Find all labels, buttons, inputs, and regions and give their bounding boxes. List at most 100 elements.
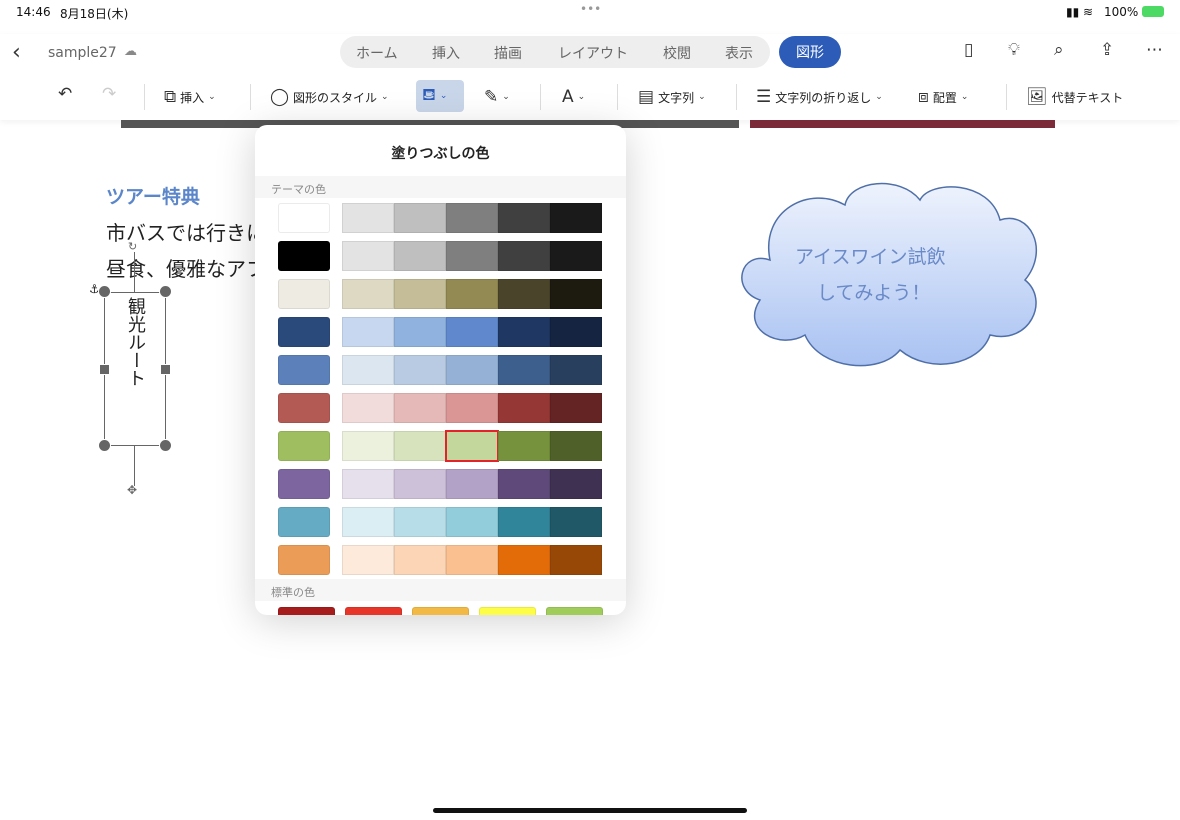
shape-style-button[interactable]: ◯ 図形のスタイル ⌄ bbox=[270, 86, 389, 108]
color-swatch[interactable] bbox=[446, 469, 498, 499]
standard-color-swatch[interactable] bbox=[412, 607, 469, 615]
color-swatch[interactable] bbox=[550, 279, 602, 309]
color-swatch[interactable] bbox=[278, 431, 330, 461]
tab-draw[interactable]: 描画 bbox=[494, 43, 522, 63]
color-swatch[interactable] bbox=[278, 545, 330, 575]
text-effects-button[interactable]: A ⌄ bbox=[562, 86, 585, 108]
resize-handle[interactable] bbox=[160, 364, 171, 375]
multitask-dots-icon[interactable]: ••• bbox=[580, 2, 601, 16]
color-swatch[interactable] bbox=[278, 469, 330, 499]
color-swatch[interactable] bbox=[342, 469, 394, 499]
insert-shape-button[interactable]: ⧉ 挿入 ⌄ bbox=[164, 86, 216, 108]
color-swatch[interactable] bbox=[498, 317, 550, 347]
tab-layout[interactable]: レイアウト bbox=[558, 43, 628, 63]
color-swatch[interactable] bbox=[342, 545, 394, 575]
color-swatch[interactable] bbox=[342, 241, 394, 271]
standard-color-swatch[interactable] bbox=[345, 607, 402, 615]
color-swatch[interactable] bbox=[278, 279, 330, 309]
color-swatch[interactable] bbox=[498, 545, 550, 575]
phone-view-icon[interactable]: ▯ bbox=[964, 40, 973, 60]
color-swatch[interactable] bbox=[550, 431, 602, 461]
color-swatch[interactable] bbox=[550, 241, 602, 271]
color-swatch[interactable] bbox=[394, 469, 446, 499]
color-swatch[interactable] bbox=[498, 393, 550, 423]
color-swatch[interactable] bbox=[446, 355, 498, 385]
tab-insert[interactable]: 挿入 bbox=[432, 43, 460, 63]
standard-color-swatch[interactable] bbox=[546, 607, 603, 615]
outline-color-button[interactable]: ✎ ⌄ bbox=[484, 86, 510, 108]
color-swatch[interactable] bbox=[498, 241, 550, 271]
color-swatch[interactable] bbox=[445, 430, 499, 462]
document-title[interactable]: sample27 bbox=[48, 45, 117, 61]
share-icon[interactable]: ⇪ bbox=[1100, 40, 1114, 60]
color-swatch[interactable] bbox=[550, 317, 602, 347]
color-swatch[interactable] bbox=[342, 279, 394, 309]
standard-color-swatch[interactable] bbox=[479, 607, 536, 615]
color-swatch[interactable] bbox=[446, 545, 498, 575]
resize-handle[interactable] bbox=[98, 439, 111, 452]
resize-handle[interactable] bbox=[159, 439, 172, 452]
color-swatch[interactable] bbox=[342, 355, 394, 385]
redo-icon[interactable]: ↷ bbox=[102, 84, 116, 104]
move-handle-icon[interactable]: ✥ bbox=[127, 483, 137, 497]
resize-handle[interactable] bbox=[98, 285, 111, 298]
color-swatch[interactable] bbox=[550, 393, 602, 423]
color-swatch[interactable] bbox=[498, 355, 550, 385]
color-swatch[interactable] bbox=[498, 469, 550, 499]
color-swatch[interactable] bbox=[446, 203, 498, 233]
fill-color-button[interactable]: ⛾ ⌄ bbox=[416, 80, 464, 112]
resize-handle[interactable] bbox=[159, 285, 172, 298]
color-swatch[interactable] bbox=[446, 507, 498, 537]
color-swatch[interactable] bbox=[446, 279, 498, 309]
undo-icon[interactable]: ↶ bbox=[58, 84, 72, 104]
tab-review[interactable]: 校閲 bbox=[663, 43, 691, 63]
color-swatch[interactable] bbox=[394, 545, 446, 575]
vertical-text-box[interactable]: 観光ルート bbox=[104, 292, 166, 446]
color-swatch[interactable] bbox=[498, 431, 550, 461]
color-swatch[interactable] bbox=[278, 393, 330, 423]
color-swatch[interactable] bbox=[550, 507, 602, 537]
standard-color-swatch[interactable] bbox=[278, 607, 335, 615]
color-swatch[interactable] bbox=[342, 431, 394, 461]
color-swatch[interactable] bbox=[278, 317, 330, 347]
color-swatch[interactable] bbox=[342, 393, 394, 423]
color-swatch[interactable] bbox=[278, 203, 330, 233]
color-swatch[interactable] bbox=[394, 203, 446, 233]
color-swatch[interactable] bbox=[394, 241, 446, 271]
alt-text-button[interactable]: 🖼︎ 代替テキスト bbox=[1026, 86, 1123, 108]
color-swatch[interactable] bbox=[394, 355, 446, 385]
color-swatch[interactable] bbox=[498, 203, 550, 233]
wrap-text-button[interactable]: ☰ 文字列の折り返し ⌄ bbox=[756, 86, 883, 108]
color-swatch[interactable] bbox=[342, 317, 394, 347]
lightbulb-icon[interactable]: 💡︎ bbox=[1008, 40, 1020, 60]
tab-shape[interactable]: 図形 bbox=[779, 36, 841, 68]
color-swatch[interactable] bbox=[550, 203, 602, 233]
more-icon[interactable]: ⋯ bbox=[1146, 40, 1163, 60]
color-swatch[interactable] bbox=[394, 317, 446, 347]
home-indicator[interactable] bbox=[433, 808, 747, 813]
color-swatch[interactable] bbox=[278, 507, 330, 537]
color-swatch[interactable] bbox=[498, 507, 550, 537]
color-swatch[interactable] bbox=[394, 507, 446, 537]
search-icon[interactable]: ⌕ bbox=[1054, 40, 1064, 60]
tab-home[interactable]: ホーム bbox=[356, 43, 398, 63]
color-swatch[interactable] bbox=[394, 279, 446, 309]
color-swatch[interactable] bbox=[394, 393, 446, 423]
color-swatch[interactable] bbox=[342, 203, 394, 233]
back-icon[interactable]: ‹ bbox=[12, 40, 21, 65]
rotate-handle-icon[interactable]: ↻ bbox=[128, 240, 137, 253]
color-swatch[interactable] bbox=[498, 279, 550, 309]
color-swatch[interactable] bbox=[550, 545, 602, 575]
color-swatch[interactable] bbox=[550, 469, 602, 499]
color-swatch[interactable] bbox=[278, 241, 330, 271]
color-swatch[interactable] bbox=[550, 355, 602, 385]
text-button[interactable]: ▤ 文字列 ⌄ bbox=[638, 86, 706, 108]
color-swatch[interactable] bbox=[278, 355, 330, 385]
arrange-button[interactable]: ⧈ 配置 ⌄ bbox=[918, 86, 968, 108]
color-swatch[interactable] bbox=[342, 507, 394, 537]
color-swatch[interactable] bbox=[446, 393, 498, 423]
tab-view[interactable]: 表示 bbox=[725, 43, 753, 63]
color-swatch[interactable] bbox=[446, 317, 498, 347]
color-swatch[interactable] bbox=[446, 241, 498, 271]
color-swatch[interactable] bbox=[394, 431, 446, 461]
